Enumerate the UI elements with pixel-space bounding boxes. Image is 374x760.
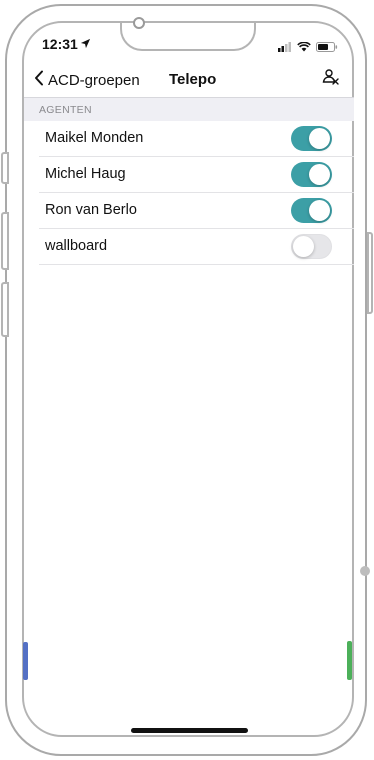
agent-list: Maikel Monden Michel Haug Ron van Berlo … — [24, 121, 354, 265]
status-time-text: 12:31 — [42, 36, 78, 52]
signal-icon — [278, 39, 292, 57]
status-time: 12:31 — [42, 36, 91, 52]
page-title: Telepo — [169, 71, 217, 88]
chevron-left-icon — [34, 70, 44, 91]
agent-name: Michel Haug — [45, 166, 126, 182]
agent-name: wallboard — [45, 238, 108, 254]
agent-row: wallboard — [39, 229, 354, 265]
side-button-mute — [1, 152, 9, 184]
agent-row: Maikel Monden — [39, 121, 354, 157]
left-accent-bar — [23, 642, 28, 680]
toggle-knob — [309, 164, 330, 185]
agent-name: Maikel Monden — [45, 130, 144, 146]
agent-config-button[interactable] — [322, 68, 340, 91]
agent-toggle[interactable] — [291, 198, 332, 223]
agent-toggle[interactable] — [291, 126, 332, 151]
status-icons — [278, 39, 338, 57]
wifi-icon — [297, 39, 311, 57]
section-header: AGENTEN — [24, 97, 354, 121]
agent-toggle[interactable] — [291, 234, 332, 259]
side-dot — [360, 566, 370, 576]
camera-lens — [133, 17, 145, 29]
toggle-knob — [293, 236, 314, 257]
navigation-bar: ACD-groepen Telepo — [24, 60, 354, 96]
agent-row: Ron van Berlo — [39, 193, 354, 229]
location-arrow-icon — [80, 36, 91, 52]
agent-name: Ron van Berlo — [45, 202, 137, 218]
side-button-volume-down — [1, 282, 9, 337]
agent-config-icon — [322, 69, 340, 90]
back-button[interactable]: ACD-groepen — [34, 70, 140, 91]
side-button-volume-up — [1, 212, 9, 270]
toggle-knob — [309, 200, 330, 221]
home-indicator[interactable] — [131, 728, 248, 733]
side-button-power — [367, 232, 373, 314]
toggle-knob — [309, 128, 330, 149]
right-accent-bar — [347, 641, 352, 680]
agent-toggle[interactable] — [291, 162, 332, 187]
battery-icon — [316, 39, 338, 57]
back-button-label: ACD-groepen — [48, 72, 140, 89]
agent-row: Michel Haug — [39, 157, 354, 193]
